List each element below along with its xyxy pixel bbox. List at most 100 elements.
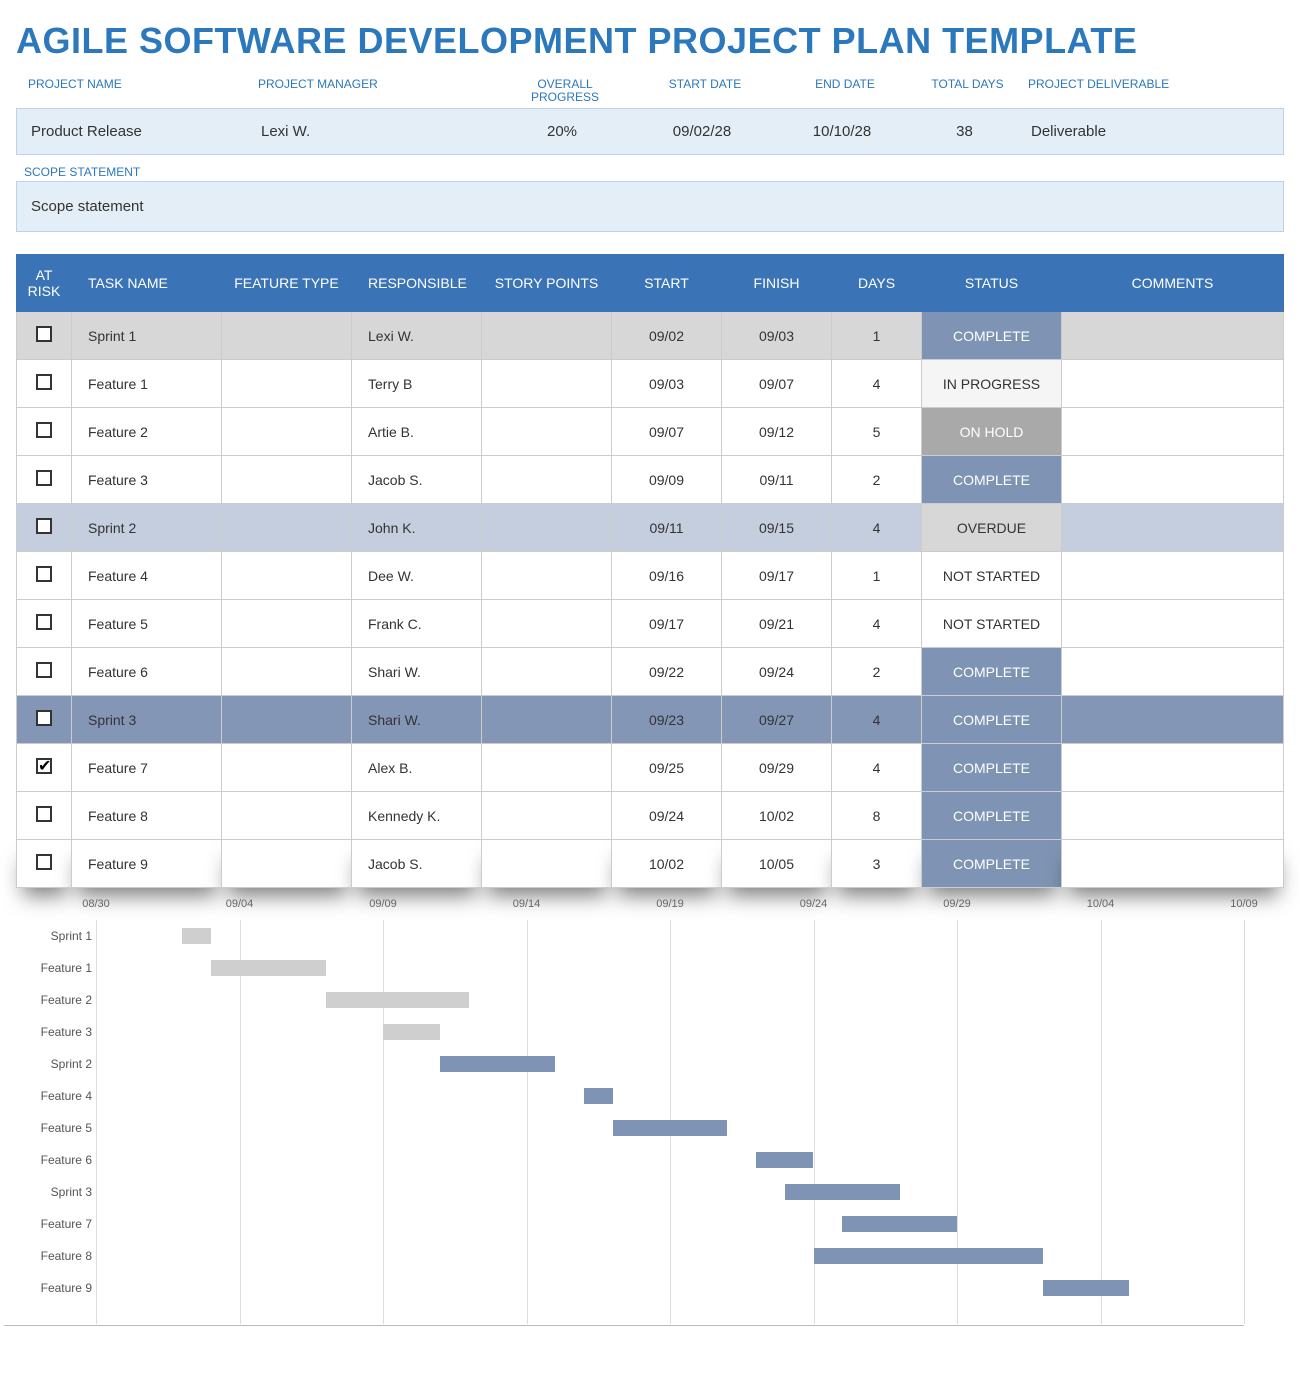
start-cell[interactable]: 09/22 <box>612 648 722 696</box>
feature-type-cell[interactable] <box>222 648 352 696</box>
task-name-cell[interactable]: Feature 9 <box>72 840 222 888</box>
at-risk-cell[interactable] <box>17 504 72 552</box>
status-cell[interactable]: ON HOLD <box>922 408 1062 456</box>
task-name-cell[interactable]: Feature 8 <box>72 792 222 840</box>
days-cell[interactable]: 4 <box>832 600 922 648</box>
days-cell[interactable]: 1 <box>832 312 922 360</box>
comments-cell[interactable] <box>1062 840 1284 888</box>
comments-cell[interactable] <box>1062 600 1284 648</box>
finish-cell[interactable]: 09/21 <box>722 600 832 648</box>
comments-cell[interactable] <box>1062 360 1284 408</box>
task-name-cell[interactable]: Feature 1 <box>72 360 222 408</box>
days-cell[interactable]: 4 <box>832 360 922 408</box>
project-manager-cell[interactable]: Lexi W. <box>247 109 492 154</box>
start-cell[interactable]: 09/23 <box>612 696 722 744</box>
days-cell[interactable]: 2 <box>832 456 922 504</box>
task-name-cell[interactable]: Sprint 3 <box>72 696 222 744</box>
comments-cell[interactable] <box>1062 648 1284 696</box>
story-points-cell[interactable] <box>482 600 612 648</box>
at-risk-cell[interactable] <box>17 696 72 744</box>
checkbox-icon[interactable] <box>36 518 52 534</box>
days-cell[interactable]: 5 <box>832 408 922 456</box>
start-cell[interactable]: 09/07 <box>612 408 722 456</box>
checkbox-icon[interactable] <box>36 566 52 582</box>
days-cell[interactable]: 3 <box>832 840 922 888</box>
at-risk-cell[interactable] <box>17 408 72 456</box>
checkbox-icon[interactable] <box>36 710 52 726</box>
at-risk-cell[interactable] <box>17 312 72 360</box>
at-risk-cell[interactable] <box>17 840 72 888</box>
checkbox-icon[interactable] <box>36 470 52 486</box>
end-date-cell[interactable]: 10/10/28 <box>772 109 912 154</box>
checkbox-icon[interactable] <box>36 806 52 822</box>
task-name-cell[interactable]: Sprint 1 <box>72 312 222 360</box>
finish-cell[interactable]: 09/24 <box>722 648 832 696</box>
start-cell[interactable]: 09/16 <box>612 552 722 600</box>
start-cell[interactable]: 09/11 <box>612 504 722 552</box>
start-cell[interactable]: 10/02 <box>612 840 722 888</box>
start-cell[interactable]: 09/09 <box>612 456 722 504</box>
story-points-cell[interactable] <box>482 408 612 456</box>
status-cell[interactable]: COMPLETE <box>922 312 1062 360</box>
finish-cell[interactable]: 09/15 <box>722 504 832 552</box>
total-days-cell[interactable]: 38 <box>912 109 1017 154</box>
feature-type-cell[interactable] <box>222 840 352 888</box>
status-cell[interactable]: NOT STARTED <box>922 552 1062 600</box>
days-cell[interactable]: 4 <box>832 504 922 552</box>
status-cell[interactable]: COMPLETE <box>922 744 1062 792</box>
finish-cell[interactable]: 09/11 <box>722 456 832 504</box>
comments-cell[interactable] <box>1062 312 1284 360</box>
feature-type-cell[interactable] <box>222 744 352 792</box>
start-cell[interactable]: 09/03 <box>612 360 722 408</box>
at-risk-cell[interactable] <box>17 600 72 648</box>
scope-input[interactable]: Scope statement <box>16 181 1284 232</box>
start-cell[interactable]: 09/25 <box>612 744 722 792</box>
feature-type-cell[interactable] <box>222 600 352 648</box>
responsible-cell[interactable]: Alex B. <box>352 744 482 792</box>
finish-cell[interactable]: 09/29 <box>722 744 832 792</box>
finish-cell[interactable]: 09/03 <box>722 312 832 360</box>
task-name-cell[interactable]: Feature 7 <box>72 744 222 792</box>
checkbox-icon[interactable] <box>36 422 52 438</box>
at-risk-cell[interactable] <box>17 552 72 600</box>
task-name-cell[interactable]: Feature 3 <box>72 456 222 504</box>
comments-cell[interactable] <box>1062 504 1284 552</box>
project-name-cell[interactable]: Product Release <box>17 109 247 154</box>
task-name-cell[interactable]: Feature 6 <box>72 648 222 696</box>
checkbox-icon[interactable] <box>36 854 52 870</box>
comments-cell[interactable] <box>1062 744 1284 792</box>
status-cell[interactable]: NOT STARTED <box>922 600 1062 648</box>
finish-cell[interactable]: 10/02 <box>722 792 832 840</box>
task-name-cell[interactable]: Feature 5 <box>72 600 222 648</box>
task-name-cell[interactable]: Feature 2 <box>72 408 222 456</box>
checkbox-icon[interactable] <box>36 662 52 678</box>
days-cell[interactable]: 4 <box>832 696 922 744</box>
checkbox-icon[interactable] <box>36 758 52 774</box>
days-cell[interactable]: 1 <box>832 552 922 600</box>
comments-cell[interactable] <box>1062 552 1284 600</box>
finish-cell[interactable]: 09/17 <box>722 552 832 600</box>
task-name-cell[interactable]: Feature 4 <box>72 552 222 600</box>
status-cell[interactable]: IN PROGRESS <box>922 360 1062 408</box>
feature-type-cell[interactable] <box>222 408 352 456</box>
responsible-cell[interactable]: Kennedy K. <box>352 792 482 840</box>
story-points-cell[interactable] <box>482 792 612 840</box>
comments-cell[interactable] <box>1062 408 1284 456</box>
responsible-cell[interactable]: Jacob S. <box>352 840 482 888</box>
at-risk-cell[interactable] <box>17 456 72 504</box>
days-cell[interactable]: 2 <box>832 648 922 696</box>
start-cell[interactable]: 09/02 <box>612 312 722 360</box>
start-cell[interactable]: 09/24 <box>612 792 722 840</box>
status-cell[interactable]: COMPLETE <box>922 456 1062 504</box>
comments-cell[interactable] <box>1062 696 1284 744</box>
at-risk-cell[interactable] <box>17 792 72 840</box>
feature-type-cell[interactable] <box>222 696 352 744</box>
responsible-cell[interactable]: John K. <box>352 504 482 552</box>
responsible-cell[interactable]: Lexi W. <box>352 312 482 360</box>
responsible-cell[interactable]: Frank C. <box>352 600 482 648</box>
start-cell[interactable]: 09/17 <box>612 600 722 648</box>
status-cell[interactable]: COMPLETE <box>922 696 1062 744</box>
task-name-cell[interactable]: Sprint 2 <box>72 504 222 552</box>
responsible-cell[interactable]: Terry B <box>352 360 482 408</box>
feature-type-cell[interactable] <box>222 504 352 552</box>
